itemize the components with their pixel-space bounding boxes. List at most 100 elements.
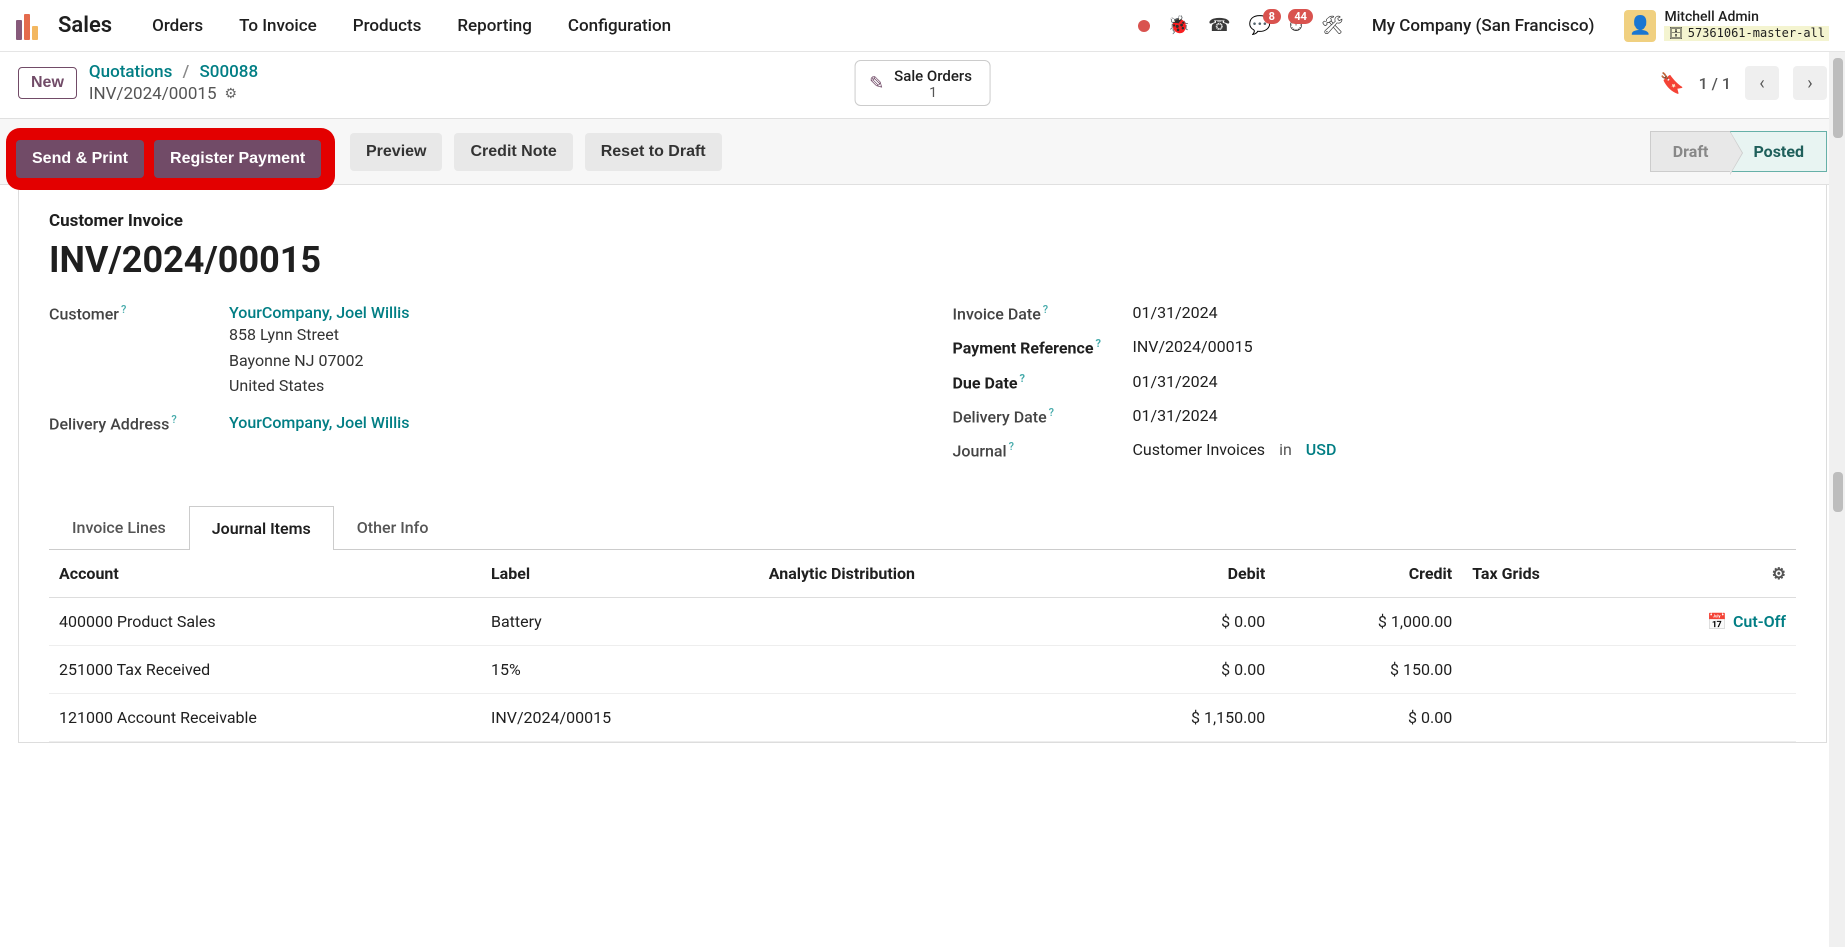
- user-menu[interactable]: 👤 Mitchell Admin 🗄57361061-master-all: [1624, 10, 1829, 42]
- user-name: Mitchell Admin: [1664, 10, 1829, 25]
- help-icon[interactable]: ?: [1020, 372, 1025, 385]
- journal-items-table: Account Label Analytic Distribution Debi…: [49, 550, 1796, 742]
- stat-sale-orders[interactable]: ✎ Sale Orders 1: [854, 60, 991, 107]
- scrollbar[interactable]: [1829, 52, 1845, 947]
- next-button[interactable]: ›: [1793, 66, 1827, 100]
- delivery-address-link[interactable]: YourCompany, Joel Willis: [229, 413, 410, 432]
- prev-button[interactable]: ‹: [1745, 66, 1779, 100]
- cell-credit: $ 0.00: [1275, 693, 1462, 741]
- form-sheet: Customer Invoice INV/2024/00015 Customer…: [18, 185, 1827, 743]
- company-switcher[interactable]: My Company (San Francisco): [1372, 16, 1595, 36]
- nav-reporting[interactable]: Reporting: [443, 10, 546, 42]
- cell-label: 15%: [481, 645, 759, 693]
- avatar-icon: 👤: [1624, 10, 1656, 42]
- table-row[interactable]: 251000 Tax Received15% $ 0.00$ 150.00: [49, 645, 1796, 693]
- invoice-date-value[interactable]: 01/31/2024: [1133, 303, 1218, 322]
- help-icon[interactable]: ?: [1009, 440, 1014, 453]
- user-db: 🗄57361061-master-all: [1664, 26, 1829, 41]
- cell-label: Battery: [481, 597, 759, 645]
- payment-reference-value[interactable]: INV/2024/00015: [1133, 337, 1253, 356]
- breadcrumb-so[interactable]: S00088: [200, 62, 259, 82]
- cell-tax-grids: [1462, 693, 1636, 741]
- breadcrumb-current: INV/2024/00015: [89, 84, 217, 104]
- tab-other-info[interactable]: Other Info: [334, 505, 452, 549]
- systray: 🐞 ☎ 💬8 ⏱44 🛠 My Company (San Francisco): [1138, 15, 1595, 36]
- th-label[interactable]: Label: [481, 550, 759, 598]
- chat-icon[interactable]: 💬8: [1249, 15, 1271, 36]
- currency-value[interactable]: USD: [1306, 440, 1337, 459]
- bookmark-icon[interactable]: 🔖: [1660, 71, 1685, 95]
- th-tax-grids[interactable]: Tax Grids: [1462, 550, 1636, 598]
- nav-to-invoice[interactable]: To Invoice: [225, 10, 331, 42]
- tabs: Invoice Lines Journal Items Other Info: [49, 505, 1796, 550]
- label-delivery-address: Delivery Address?: [49, 413, 229, 433]
- breadcrumb-root[interactable]: Quotations: [89, 62, 173, 82]
- doc-title: INV/2024/00015: [49, 239, 1796, 281]
- cell-label: INV/2024/00015: [481, 693, 759, 741]
- doc-type: Customer Invoice: [49, 211, 1796, 231]
- help-icon[interactable]: ?: [1049, 406, 1054, 419]
- column-settings-icon[interactable]: ⚙: [1772, 564, 1786, 583]
- statusbar: Draft Posted: [1650, 131, 1827, 172]
- phone-icon[interactable]: ☎: [1208, 15, 1230, 36]
- nav-configuration[interactable]: Configuration: [554, 10, 685, 42]
- th-account[interactable]: Account: [49, 550, 481, 598]
- tab-invoice-lines[interactable]: Invoice Lines: [49, 505, 189, 549]
- cell-tax-grids: [1462, 645, 1636, 693]
- cell-account: 251000 Tax Received: [49, 645, 481, 693]
- nav-orders[interactable]: Orders: [138, 10, 217, 42]
- label-invoice-date: Invoice Date?: [953, 303, 1133, 323]
- cell-credit: $ 150.00: [1275, 645, 1462, 693]
- record-indicator-icon[interactable]: [1138, 20, 1150, 32]
- table-row[interactable]: 121000 Account ReceivableINV/2024/00015 $…: [49, 693, 1796, 741]
- control-panel: New Quotations / S00088 INV/2024/00015 ⚙…: [0, 52, 1845, 118]
- journal-value[interactable]: Customer Invoices: [1133, 440, 1266, 459]
- reset-draft-button[interactable]: Reset to Draft: [585, 133, 722, 171]
- clock-icon[interactable]: ⏱44: [1289, 15, 1303, 36]
- due-date-value[interactable]: 01/31/2024: [1133, 372, 1218, 391]
- help-icon[interactable]: ?: [1095, 337, 1100, 350]
- th-analytic[interactable]: Analytic Distribution: [759, 550, 1089, 598]
- label-delivery-date: Delivery Date?: [953, 406, 1133, 426]
- bug-icon[interactable]: 🐞: [1168, 15, 1190, 36]
- label-customer: Customer?: [49, 303, 229, 323]
- status-posted[interactable]: Posted: [1730, 131, 1827, 172]
- calendar-icon: 📅: [1707, 612, 1727, 631]
- chat-badge: 8: [1263, 9, 1281, 24]
- table-row[interactable]: 400000 Product SalesBattery$ 0.00$ 1,000…: [49, 597, 1796, 645]
- delivery-date-value[interactable]: 01/31/2024: [1133, 406, 1218, 425]
- th-credit[interactable]: Credit: [1275, 550, 1462, 598]
- tools-icon[interactable]: 🛠: [1321, 15, 1344, 36]
- clock-badge: 44: [1288, 9, 1313, 24]
- cell-tax-grids: [1462, 597, 1636, 645]
- breadcrumb: Quotations / S00088 INV/2024/00015 ⚙: [89, 62, 258, 104]
- app-title[interactable]: Sales: [58, 13, 112, 38]
- cell-analytic: [759, 645, 1089, 693]
- customer-link[interactable]: YourCompany, Joel Willis: [229, 303, 410, 322]
- th-debit[interactable]: Debit: [1088, 550, 1275, 598]
- cell-account: 121000 Account Receivable: [49, 693, 481, 741]
- cell-analytic: [759, 597, 1089, 645]
- cell-debit: $ 0.00: [1088, 645, 1275, 693]
- help-icon[interactable]: ?: [171, 413, 176, 426]
- status-draft[interactable]: Draft: [1650, 131, 1731, 172]
- preview-button[interactable]: Preview: [350, 133, 442, 171]
- cell-account: 400000 Product Sales: [49, 597, 481, 645]
- highlight-overlay: Send & Print Register Payment: [6, 128, 335, 190]
- tab-journal-items[interactable]: Journal Items: [189, 506, 334, 550]
- stat-value: 1: [929, 85, 937, 102]
- send-print-button[interactable]: Send & Print: [16, 140, 144, 178]
- app-logo-icon[interactable]: [16, 12, 44, 40]
- nav-products[interactable]: Products: [339, 10, 436, 42]
- register-payment-button[interactable]: Register Payment: [154, 140, 321, 178]
- credit-note-button[interactable]: Credit Note: [454, 133, 572, 171]
- help-icon[interactable]: ?: [121, 303, 126, 316]
- cutoff-button[interactable]: 📅Cut-Off: [1707, 612, 1786, 631]
- label-journal: Journal?: [953, 440, 1133, 460]
- cell-credit: $ 1,000.00: [1275, 597, 1462, 645]
- cell-analytic: [759, 693, 1089, 741]
- pager[interactable]: 1 / 1: [1699, 74, 1731, 93]
- gear-icon[interactable]: ⚙: [225, 86, 238, 102]
- new-button[interactable]: New: [18, 67, 77, 99]
- help-icon[interactable]: ?: [1043, 303, 1048, 316]
